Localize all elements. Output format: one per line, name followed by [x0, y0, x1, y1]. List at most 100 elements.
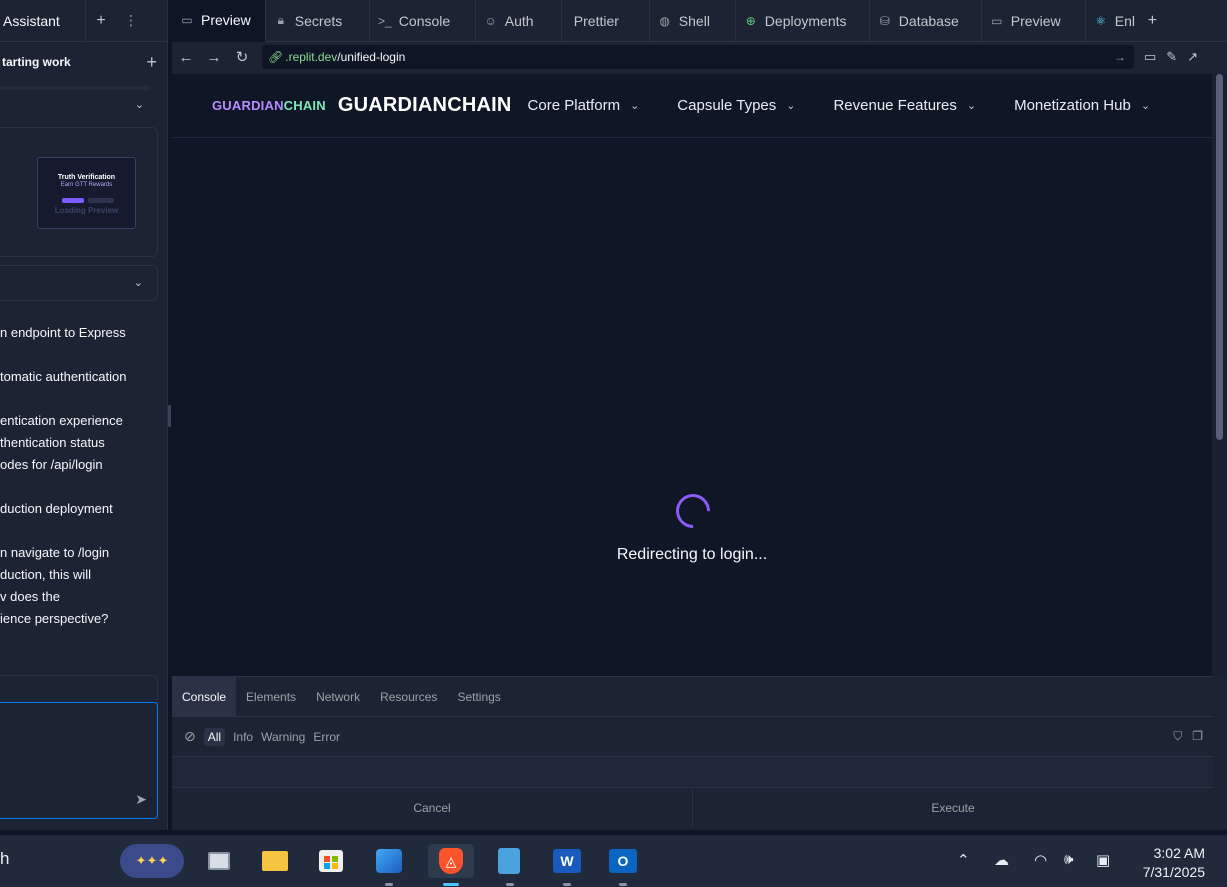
tab-prettier[interactable]: Prettier	[562, 0, 650, 42]
chat-input[interactable]: ➤	[0, 702, 158, 819]
message-line: ience perspective?	[0, 611, 109, 626]
monitor-icon: ▭	[181, 12, 193, 27]
collapsible-section[interactable]: ⌄	[0, 265, 158, 301]
photos-icon[interactable]	[372, 844, 406, 878]
app-indicator	[563, 883, 571, 886]
menu-core-platform[interactable]: Core Platform ⌄	[528, 97, 640, 114]
tab-shell[interactable]: ◍ Shell	[650, 0, 736, 42]
message-line: n navigate to /login	[0, 545, 110, 560]
app-indicator-active	[443, 883, 459, 886]
logo[interactable]: GUARDIANCHAIN	[212, 98, 326, 113]
preview-thumbnail[interactable]: Truth Verification Earn GTT Rewards Load…	[37, 157, 136, 229]
tab-database[interactable]: ⛁ Database	[870, 0, 982, 42]
message-line	[0, 520, 167, 542]
microsoft-store-icon[interactable]	[314, 844, 348, 878]
message-line: thentication status	[0, 435, 105, 450]
task-view-icon[interactable]	[202, 844, 236, 878]
database-icon: ⛁	[879, 13, 890, 28]
terminal-icon: >_	[377, 13, 392, 28]
app-indicator	[385, 883, 393, 886]
tab-deployments[interactable]: ⊕ Deployments	[736, 0, 870, 42]
menu-monetization-hub[interactable]: Monetization Hub ⌄	[1014, 97, 1150, 114]
tab-label: Deployments	[764, 12, 847, 29]
wrench-icon[interactable]: ✎	[1166, 49, 1177, 65]
filter-icon[interactable]: ⛉	[1173, 729, 1182, 744]
thumb-button-secondary	[88, 198, 114, 203]
clock-time: 3:02 AM	[1153, 845, 1205, 861]
copy-icon[interactable]: ❐	[1192, 729, 1203, 744]
filter-all[interactable]: All	[203, 727, 226, 746]
notepad-icon[interactable]	[492, 844, 526, 878]
devtab-resources[interactable]: Resources	[370, 677, 447, 717]
app-navbar: GUARDIANCHAIN GUARDIANCHAIN Core Platfor…	[172, 74, 1212, 138]
send-icon[interactable]: ➤	[135, 791, 147, 808]
devtab-settings[interactable]: Settings	[447, 677, 510, 717]
chat-header: tarting work +	[0, 42, 167, 82]
filter-error[interactable]: Error	[313, 730, 340, 744]
panel-resize-handle[interactable]	[168, 405, 171, 427]
cancel-button[interactable]: Cancel	[172, 788, 693, 828]
console-input[interactable]	[172, 757, 1213, 788]
scrollbar-thumb[interactable]	[1216, 74, 1223, 440]
preview-scrollbar[interactable]	[1212, 74, 1227, 676]
url-input[interactable]: 🔗︎ .replit.dev/unified-login →	[262, 45, 1134, 69]
chevron-down-icon[interactable]: ⌄	[134, 276, 143, 289]
filter-info[interactable]: Info	[233, 730, 253, 744]
chevron-down-icon: ⌄	[966, 100, 977, 112]
devtab-elements[interactable]: Elements	[236, 677, 306, 717]
workspace-tabbar: ▭ Preview 🔒︎ Secrets >_ Console ☺ Auth Prett…	[172, 0, 1227, 42]
battery-icon[interactable]: ▣	[1096, 851, 1110, 869]
chevron-down-icon[interactable]: ⌄	[135, 98, 144, 111]
forward-icon[interactable]: →	[200, 49, 228, 66]
preview-card[interactable]: Truth Verification Earn GTT Rewards Load…	[0, 127, 158, 257]
collapsible-section[interactable]: ⌄	[0, 90, 158, 120]
brave-browser-icon[interactable]: ◬	[428, 844, 474, 878]
tab-assistant[interactable]: Assistant	[0, 0, 86, 42]
chevron-up-icon[interactable]: ⌃	[957, 851, 970, 869]
add-tab-button[interactable]: +	[86, 12, 116, 30]
tab-preview[interactable]: ▭ Preview	[172, 0, 266, 42]
execute-button[interactable]: Execute	[693, 788, 1213, 828]
menu-revenue-features[interactable]: Revenue Features ⌄	[833, 97, 976, 114]
tab-auth[interactable]: ☺ Auth	[476, 0, 562, 42]
brand-title[interactable]: GUARDIANCHAIN	[338, 94, 512, 117]
chat-title: tarting work	[2, 55, 71, 69]
url-tools: ▭ ✎ ↗	[1144, 49, 1198, 65]
devtab-network[interactable]: Network	[306, 677, 370, 717]
external-link-icon[interactable]: ↗	[1187, 49, 1198, 65]
message-line: entication experience	[0, 413, 123, 428]
back-icon[interactable]: ←	[172, 49, 200, 66]
tab-label: Secrets	[294, 12, 343, 29]
clear-console-icon[interactable]: ⊘	[184, 728, 196, 745]
refresh-icon[interactable]: ↻	[228, 48, 256, 66]
tab-secrets[interactable]: 🔒︎ Secrets	[266, 0, 370, 42]
tab-console[interactable]: >_ Console	[370, 0, 476, 42]
devtab-console[interactable]: Console	[172, 676, 237, 717]
new-chat-button[interactable]: +	[146, 52, 157, 73]
add-tab-button[interactable]: +	[1138, 12, 1167, 30]
main-menu: Core Platform ⌄ Capsule Types ⌄ Revenue Fe…	[528, 97, 1151, 114]
tab-enl[interactable]: ⚛ Enl	[1086, 0, 1138, 42]
chevron-down-icon: ⌄	[1140, 100, 1151, 112]
react-icon: ⚛	[1095, 13, 1107, 28]
word-icon[interactable]: W	[550, 844, 584, 878]
menu-capsule-types[interactable]: Capsule Types ⌄	[677, 97, 795, 114]
tab-label: Database	[898, 12, 959, 29]
tab-label: Enl	[1114, 12, 1136, 29]
filter-warning[interactable]: Warning	[261, 730, 305, 744]
search-highlight-icon[interactable]: ✦✦✦	[120, 844, 184, 878]
tab-preview-2[interactable]: ▭ Preview	[982, 0, 1086, 42]
wifi-icon[interactable]: ◠	[1034, 851, 1047, 869]
system-clock[interactable]: 3:02 AM 7/31/2025	[1143, 844, 1205, 882]
assistant-panel: Assistant + ⋮ tarting work + ⌄ Truth Ver…	[0, 0, 168, 830]
file-explorer-icon[interactable]	[258, 844, 292, 878]
devices-icon[interactable]: ▭	[1144, 49, 1156, 65]
go-arrow-icon[interactable]: →	[1114, 50, 1126, 64]
outlook-icon[interactable]: O	[606, 844, 640, 878]
taskbar-search[interactable]: h	[0, 849, 9, 869]
preview-viewport: GUARDIANCHAIN GUARDIANCHAIN Core Platfor…	[172, 74, 1212, 676]
tab-label: Console	[398, 12, 451, 29]
more-options-icon[interactable]: ⋮	[116, 12, 146, 29]
onedrive-cloud-icon[interactable]: ☁	[994, 851, 1009, 869]
volume-icon[interactable]: 🕪︎	[1064, 851, 1073, 868]
